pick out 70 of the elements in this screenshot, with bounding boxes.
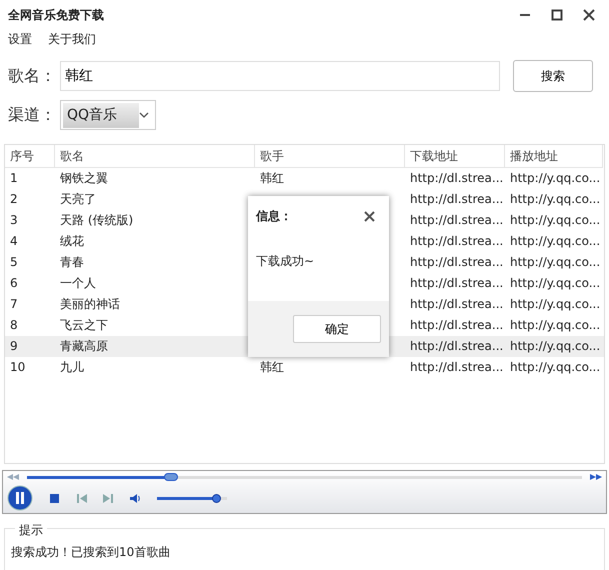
table-cell-text: 青藏高原 <box>59 338 109 355</box>
table-cell-text: http://y.qq.co... <box>509 317 602 334</box>
table-cell-text: http://y.qq.co... <box>509 191 602 208</box>
maximize-icon[interactable] <box>551 9 563 21</box>
table-cell-text: 一个人 <box>59 275 97 292</box>
column-header[interactable]: 下载地址 <box>405 145 505 168</box>
fast-forward-icon[interactable] <box>590 474 602 480</box>
table-cell-text: 天亮了 <box>59 191 97 208</box>
column-header[interactable]: 序号 <box>5 145 55 168</box>
speaker-icon[interactable] <box>130 492 141 504</box>
menu-item[interactable]: 关于我们 <box>48 30 96 48</box>
table-cell-text: 4 <box>9 233 19 250</box>
channel-dropdown[interactable]: QQ音乐 <box>60 100 156 130</box>
table-cell-text: 7 <box>9 296 19 313</box>
field-label: 歌名： <box>8 65 56 87</box>
stop-icon[interactable] <box>49 492 60 504</box>
table-cell-text: 9 <box>9 338 19 355</box>
table-cell-text: http://dl.strea... <box>409 212 504 229</box>
table-cell-text: http://y.qq.co... <box>509 359 602 376</box>
table-cell-text: http://dl.strea... <box>409 296 504 313</box>
table-cell-text: http://dl.strea... <box>409 338 504 355</box>
menu-item[interactable]: 设置 <box>8 30 32 48</box>
table-cell-text: 3 <box>9 212 19 229</box>
table-cell-text: http://dl.strea... <box>409 191 504 208</box>
dialog-message: 下载成功~ <box>255 253 316 270</box>
ok-button[interactable]: 确定 <box>293 315 381 343</box>
column-header[interactable]: 歌名 <box>55 145 255 168</box>
seek-slider[interactable] <box>164 472 178 480</box>
table-cell-text: 5 <box>9 254 19 271</box>
table-cell-text: http://dl.strea... <box>409 254 504 271</box>
table-cell-text: 2 <box>9 191 19 208</box>
table-cell-text: http://dl.strea... <box>409 359 504 376</box>
table-cell-text: 韩红 <box>259 170 285 187</box>
status-message: 搜索成功！已搜索到10首歌曲 <box>11 544 172 561</box>
table-cell-text: 绒花 <box>59 233 85 250</box>
table-cell-text: http://y.qq.co... <box>509 212 602 229</box>
table-cell-text: http://dl.strea... <box>409 170 504 187</box>
search-button[interactable]: 搜索 <box>513 60 593 92</box>
table-cell-text: 青春 <box>59 254 85 271</box>
table-cell-text: http://y.qq.co... <box>509 170 602 187</box>
table-cell-text: 韩红 <box>259 359 285 376</box>
pause-button[interactable] <box>7 485 33 511</box>
table-cell-text: http://dl.strea... <box>409 317 504 334</box>
table-cell-text: http://y.qq.co... <box>509 233 602 250</box>
table-cell-text: 美丽的神话 <box>59 296 121 313</box>
table-cell-text: 飞云之下 <box>59 317 109 334</box>
column-header[interactable]: 歌手 <box>255 145 405 168</box>
table-cell-text: http://dl.strea... <box>409 233 504 250</box>
column-header[interactable]: 播放地址 <box>505 145 603 168</box>
table-cell-text: 天路 (传统版) <box>59 212 134 229</box>
search-field[interactable]: 韩红 <box>60 61 500 91</box>
table-cell-text: 钢铁之翼 <box>59 170 109 187</box>
window-title: 全网音乐免费下载 <box>8 7 104 24</box>
table-cell-text: http://y.qq.co... <box>509 296 602 313</box>
panel-title: 提示 <box>15 521 47 539</box>
table-cell-text: 九儿 <box>59 359 85 376</box>
close-icon[interactable] <box>583 9 595 21</box>
caret-icon <box>139 112 149 118</box>
field-label: 渠道： <box>8 104 56 126</box>
close-icon[interactable] <box>364 210 374 222</box>
table-cell-text: http://dl.strea... <box>409 275 504 292</box>
table-cell-text: 6 <box>9 275 19 292</box>
dialog-title: 信息： <box>256 208 292 225</box>
table-cell-text: 8 <box>9 317 19 334</box>
table-cell-text: http://y.qq.co... <box>509 275 602 292</box>
table-cell-text: http://y.qq.co... <box>509 254 602 271</box>
table-cell-text: 10 <box>9 359 26 376</box>
volume-slider[interactable] <box>212 494 220 502</box>
table-cell-text: http://y.qq.co... <box>509 338 602 355</box>
table-cell-text: 1 <box>9 170 19 187</box>
